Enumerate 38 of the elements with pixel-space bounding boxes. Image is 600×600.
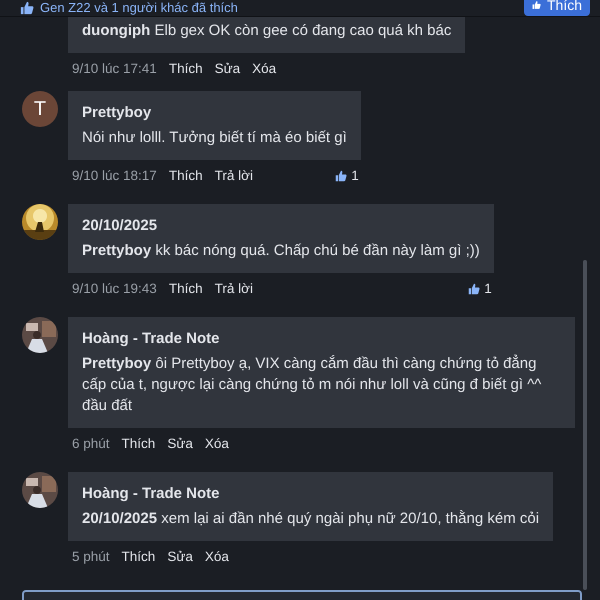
comment-text: Prettyboy ôi Prettyboy ạ, VIX càng cắm đầu thì càng chứng tỏ đẳng cấp của t, ngược lại càng chứng tỏ m nói như loll và cũng đ biết gì ^^ đầu đất — [82, 354, 542, 416]
comment-author[interactable]: Hoàng - Trade Note — [82, 485, 220, 503]
comment-action-link[interactable]: Xóa — [252, 61, 276, 77]
comment-action-link[interactable]: Thích — [168, 61, 203, 77]
like-button[interactable]: Thích — [524, 0, 590, 16]
comment-author[interactable]: Hoàng - Trade Note — [82, 330, 220, 348]
comment-text: 20/10/2025 xem lại ai đần nhé quý ngài phụ nữ 20/10, thằng kém cỏi — [82, 509, 540, 529]
comment-action-link[interactable]: Xóa — [204, 436, 229, 452]
comment-action-link[interactable]: Sửa — [167, 549, 193, 565]
like-icon — [468, 283, 480, 295]
comment-time: 6 phút — [72, 436, 110, 452]
comment-text: Prettyboy kk bác nóng quá. Chấp chú bé đần này làm gì ;)) — [82, 241, 480, 261]
like-icon — [20, 0, 34, 14]
likes-summary[interactable]: Gen Z22 và 1 người khác đã thích — [40, 0, 238, 15]
comment-action-link[interactable]: Thích — [122, 549, 156, 565]
comment-text: duongiph Elb gex OK còn gee có đang cao quá kh bác — [82, 21, 452, 41]
like-icon — [335, 170, 348, 182]
comment-time: 9/10 lúc 17:41 — [72, 61, 157, 77]
like-icon — [532, 0, 541, 12]
comment-author[interactable]: 20/10/2025 — [82, 217, 158, 235]
comment-action-link[interactable]: Trả lời — [214, 168, 253, 184]
like-count: 1 — [351, 168, 359, 184]
comment-action-link[interactable]: Sửa — [167, 436, 193, 452]
comment-input[interactable] — [22, 590, 582, 600]
comment-time: 9/10 lúc 18:17 — [72, 168, 157, 184]
comment-action-link[interactable]: Trả lời — [214, 281, 253, 297]
comment-action-link[interactable]: Thích — [168, 281, 203, 297]
comment-time: 9/10 lúc 19:43 — [72, 281, 157, 297]
comment-text: Nói như lolll. Tưởng biết tí mà éo biết gì — [82, 128, 347, 148]
comment-action-link[interactable]: Thích — [168, 168, 203, 184]
like-count: 1 — [484, 281, 492, 297]
comment-action-link[interactable]: Xóa — [204, 549, 229, 565]
comment-action-link[interactable]: Thích — [122, 436, 156, 452]
scrollbar[interactable] — [583, 260, 587, 590]
comment-time: 5 phút — [72, 549, 110, 565]
comment-author[interactable]: Prettyboy — [82, 104, 152, 122]
avatar[interactable]: T — [22, 91, 58, 127]
comment-action-link[interactable]: Sửa — [214, 61, 240, 77]
